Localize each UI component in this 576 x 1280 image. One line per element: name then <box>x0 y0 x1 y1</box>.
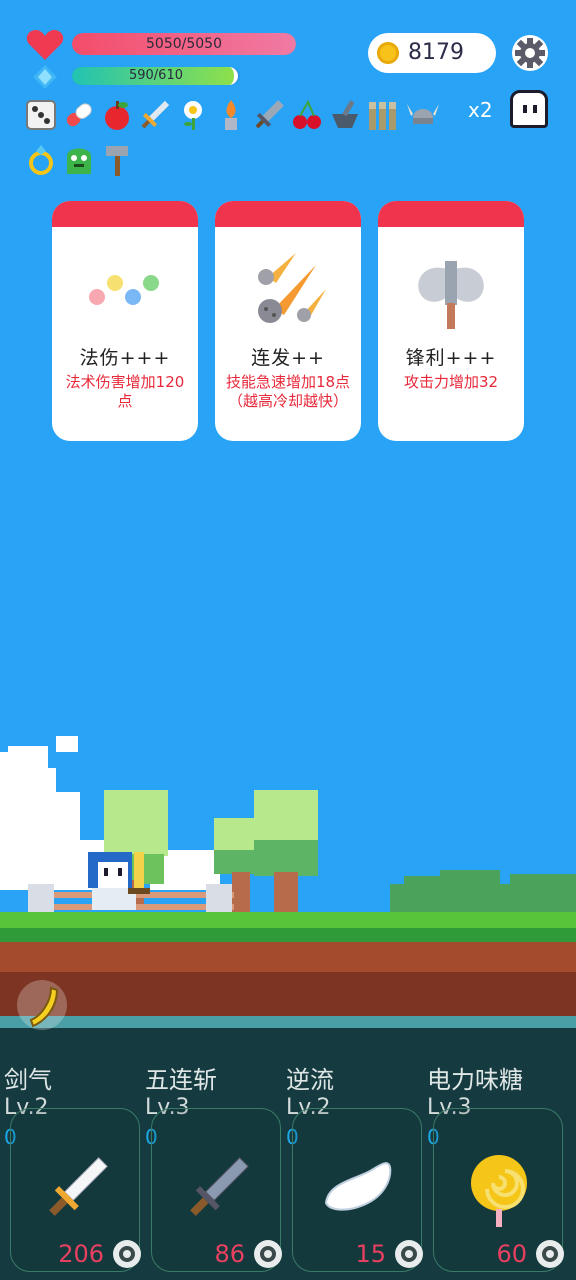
battle-axe-icon <box>401 247 501 337</box>
mp-text: 590/610 <box>128 68 183 83</box>
skill-cost: 60 <box>496 1240 527 1268</box>
skill-cog-icon[interactable] <box>111 1238 143 1270</box>
pill-icon <box>62 98 96 132</box>
mp-bar: 590/610 <box>72 67 240 85</box>
skill-cog-icon[interactable] <box>534 1238 566 1270</box>
skill-cost: 86 <box>214 1240 245 1268</box>
upgrade-card-sharpness[interactable]: 锋利+++ 攻击力增加32 <box>378 201 524 441</box>
bushes <box>390 870 576 914</box>
coin-icon <box>377 42 399 64</box>
card-header <box>215 201 361 227</box>
colored-orbs-icon <box>75 247 175 337</box>
wing-icon <box>324 1162 392 1211</box>
skill-cost: 15 <box>355 1240 386 1268</box>
sword-icon <box>138 98 172 132</box>
skill-cog-icon[interactable] <box>393 1238 425 1270</box>
ghost-pet-icon[interactable] <box>510 90 548 128</box>
card-title: 法伤+++ <box>79 347 171 369</box>
viking-helmet-icon <box>406 98 440 132</box>
coin-value: 8179 <box>408 40 464 65</box>
slime-icon <box>62 142 96 176</box>
card-description: 技能急速增加18点（越高冷却越快） <box>225 373 351 410</box>
mortar-icon <box>328 98 362 132</box>
apple-icon <box>100 98 134 132</box>
skill-cost: 206 <box>58 1240 104 1268</box>
upgrade-card-spell[interactable]: 法伤+++ 法术伤害增加120点 <box>52 201 198 441</box>
ring-icon <box>24 142 58 176</box>
bullets-icon <box>366 98 400 132</box>
meteor-icon <box>238 247 338 337</box>
skill-name: 逆流 <box>286 1066 334 1094</box>
flower-icon <box>176 98 210 132</box>
steel-sword-icon <box>190 1157 249 1216</box>
card-header <box>378 201 524 227</box>
coin-counter: 8179 <box>368 33 496 73</box>
mp-crystal-icon <box>32 64 58 90</box>
upgrade-card-multishot[interactable]: 连发++ 技能急速增加18点（越高冷却越快） <box>215 201 361 441</box>
candle-icon <box>214 98 248 132</box>
item-multiplier: x2 <box>468 98 493 122</box>
card-header <box>52 201 198 227</box>
skill-name: 剑气 <box>4 1066 52 1094</box>
settings-gear-icon[interactable] <box>510 33 550 73</box>
banana-skill-button[interactable] <box>17 980 67 1030</box>
skill-cog-icon[interactable] <box>252 1238 284 1270</box>
white-sword-icon <box>49 1157 108 1216</box>
card-description: 法术伤害增加120点 <box>65 373 185 410</box>
hp-text: 5050/5050 <box>146 36 222 52</box>
cherry-icon <box>290 98 324 132</box>
card-title: 锋利+++ <box>405 347 497 369</box>
hp-bar: 5050/5050 <box>72 33 296 55</box>
hammer-icon <box>100 142 134 176</box>
lollipop-icon <box>471 1155 527 1227</box>
card-title: 连发++ <box>251 347 325 369</box>
skill-name: 电力味糖 <box>427 1066 523 1094</box>
skill-name: 五连斩 <box>145 1066 217 1094</box>
dice-icon <box>24 98 58 132</box>
blade-icon <box>252 98 286 132</box>
card-description: 攻击力增加32 <box>403 373 499 391</box>
hp-heart-icon <box>26 28 64 62</box>
